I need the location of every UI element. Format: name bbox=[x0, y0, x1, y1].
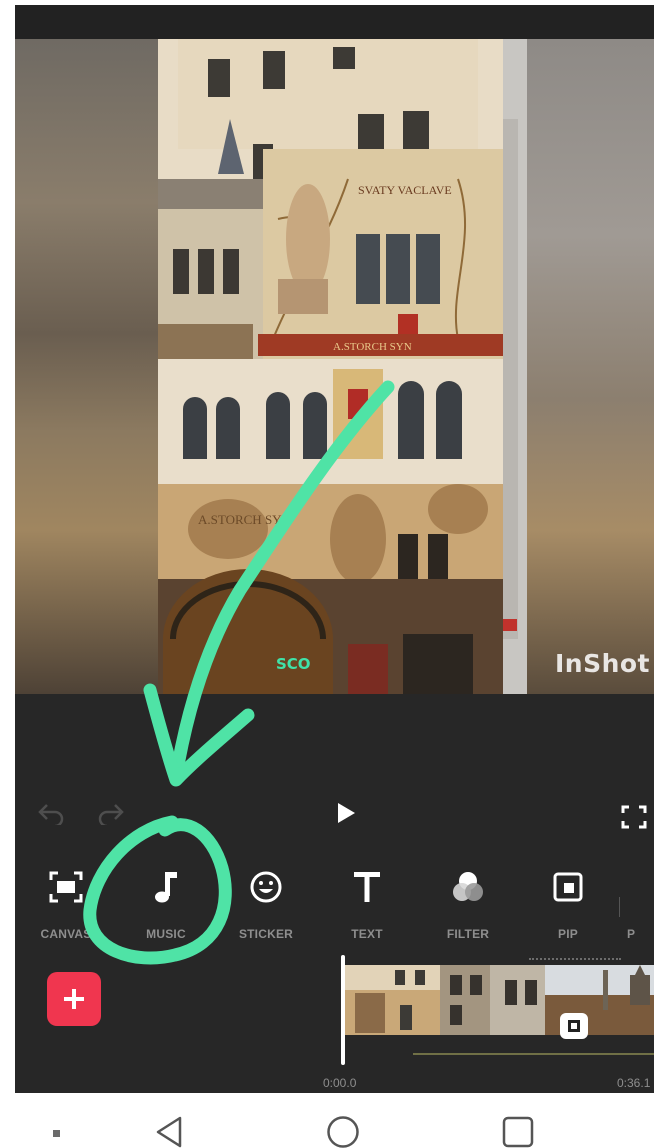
play-button[interactable] bbox=[335, 801, 357, 825]
back-triangle-icon[interactable] bbox=[152, 1114, 186, 1148]
home-circle-icon[interactable] bbox=[325, 1114, 361, 1148]
tool-label: CANVAS bbox=[40, 927, 92, 941]
text-t-icon bbox=[354, 872, 380, 902]
tool-pip[interactable]: PIP bbox=[533, 867, 603, 941]
blurred-background-right bbox=[527, 39, 654, 694]
undo-icon[interactable] bbox=[37, 801, 65, 825]
timeline-end-time: 0:36.1 bbox=[617, 1076, 651, 1090]
filter-circles-icon bbox=[453, 872, 483, 901]
tool-canvas[interactable]: CANVAS bbox=[31, 867, 101, 941]
video-preview[interactable]: SVATY VACLAVE A.STORCH SYN A.STORCH SYN … bbox=[15, 39, 654, 694]
banner-inscription: A.STORCH SYN bbox=[333, 341, 412, 353]
audio-track-line[interactable] bbox=[413, 1053, 654, 1055]
blurred-background-left bbox=[15, 39, 158, 694]
tool-music[interactable]: MUSIC bbox=[131, 867, 201, 941]
fresco-inscription: SVATY VACLAVE bbox=[358, 183, 452, 197]
fullscreen-icon[interactable] bbox=[621, 805, 647, 829]
tool-label: FILTER bbox=[446, 927, 490, 941]
canvas-icon bbox=[49, 871, 83, 903]
clip-selection-dots bbox=[529, 958, 621, 960]
transition-button[interactable] bbox=[560, 1013, 588, 1039]
redo-icon[interactable] bbox=[97, 801, 125, 825]
plus-icon bbox=[64, 989, 84, 1009]
system-nav-bar bbox=[0, 1093, 654, 1148]
tool-label: P bbox=[627, 927, 636, 941]
tool-sticker[interactable]: STICKER bbox=[231, 867, 301, 941]
tool-text[interactable]: TEXT bbox=[332, 867, 402, 941]
lower-inscription: A.STORCH SYN bbox=[198, 512, 292, 527]
tool-label: MUSIC bbox=[146, 927, 186, 941]
add-clip-button[interactable] bbox=[47, 972, 101, 1026]
tool-label: STICKER bbox=[238, 927, 294, 941]
tool-label: TEXT bbox=[351, 927, 383, 941]
transition-square-icon bbox=[568, 1020, 580, 1032]
timeline-playhead[interactable] bbox=[341, 955, 345, 1065]
tool-label: PIP bbox=[558, 927, 578, 941]
status-bar bbox=[15, 5, 654, 39]
overview-square-icon[interactable] bbox=[500, 1114, 536, 1148]
pip-icon bbox=[553, 872, 583, 902]
tool-filter[interactable]: FILTER bbox=[433, 867, 503, 941]
sticker-smiley-icon bbox=[250, 871, 282, 903]
video-frame-image: SVATY VACLAVE A.STORCH SYN A.STORCH SYN … bbox=[158, 39, 527, 694]
toolbar-divider bbox=[619, 897, 620, 917]
tool-next-partial[interactable]: P bbox=[627, 867, 654, 941]
inshot-watermark[interactable]: InShot bbox=[555, 649, 650, 678]
editor-screen: SVATY VACLAVE A.STORCH SYN A.STORCH SYN … bbox=[15, 5, 654, 1093]
shop-sign: SCO bbox=[276, 655, 311, 673]
recent-dot-icon[interactable] bbox=[52, 1129, 62, 1139]
timeline-start-time: 0:00.0 bbox=[323, 1076, 357, 1090]
music-note-icon bbox=[155, 872, 177, 903]
timeline-clip-thumbnails[interactable] bbox=[345, 965, 654, 1035]
